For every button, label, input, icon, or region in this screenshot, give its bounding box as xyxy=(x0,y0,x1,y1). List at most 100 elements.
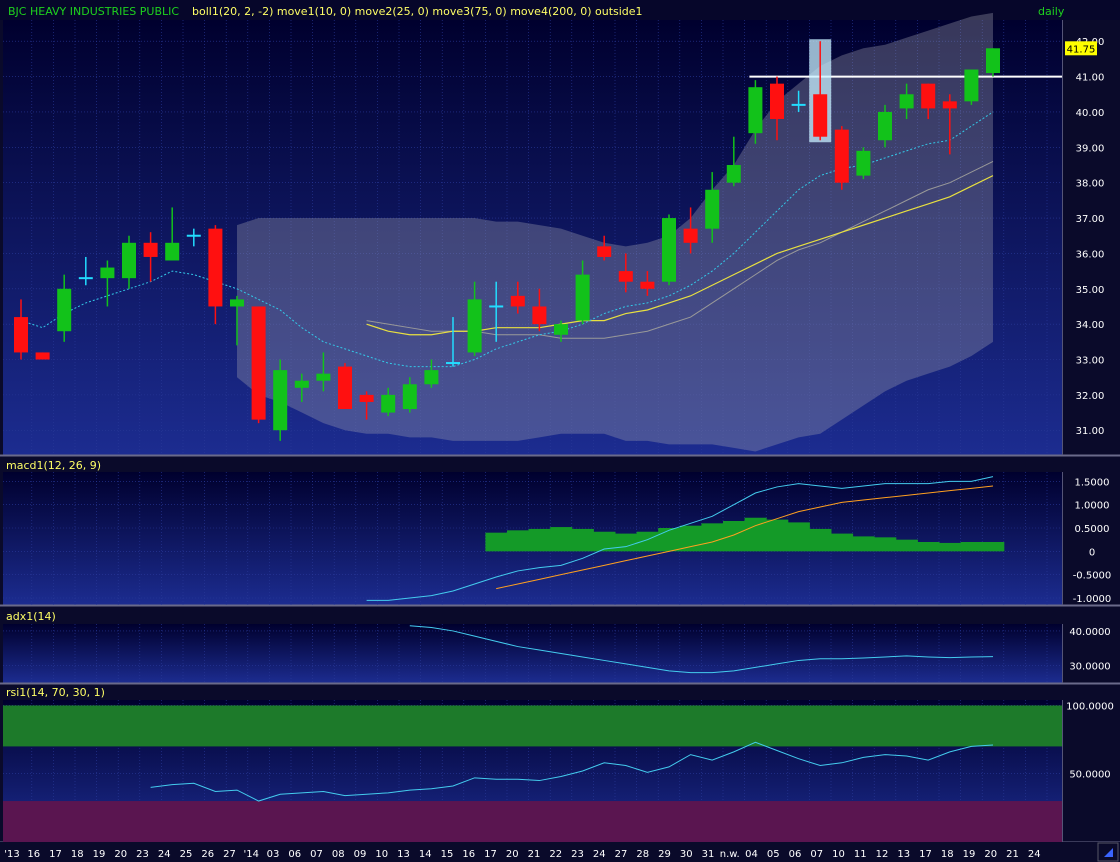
time-tick-label: 12 xyxy=(876,849,889,860)
candle-body xyxy=(208,228,223,307)
time-tick-label: 20 xyxy=(506,849,519,860)
candle-body xyxy=(165,242,180,261)
macd-histogram-bar xyxy=(852,536,875,552)
candle-body xyxy=(100,267,115,279)
time-tick-label: 24 xyxy=(1028,849,1041,860)
candle-body xyxy=(618,271,633,282)
time-tick-label: n.w. xyxy=(720,849,740,860)
time-tick-label: 24 xyxy=(593,849,606,860)
macd-histogram-bar xyxy=(982,542,1005,552)
candle-body xyxy=(467,299,482,353)
candle-body xyxy=(532,306,547,325)
candle-body xyxy=(424,370,439,385)
candle-body xyxy=(834,129,849,183)
time-tick-label: 18 xyxy=(941,849,954,860)
macd-histogram-bar xyxy=(658,528,681,552)
time-tick-label: 20 xyxy=(114,849,127,860)
macd-tick-label: 1.5000 xyxy=(1075,477,1110,488)
adx-tick-label: 30.0000 xyxy=(1069,662,1110,673)
macd-axis-bg xyxy=(1062,472,1120,605)
price-tick-label: 36.00 xyxy=(1076,249,1105,260)
macd-histogram-bar xyxy=(701,523,724,552)
macd-histogram-bar xyxy=(939,542,962,552)
time-tick-label: 06 xyxy=(288,849,301,860)
macd-histogram-bar xyxy=(831,533,854,552)
time-tick-label: 13 xyxy=(897,849,910,860)
price-tick-label: 37.00 xyxy=(1076,214,1105,225)
time-tick-label: 23 xyxy=(571,849,584,860)
macd-tick-label: -1.0000 xyxy=(1073,594,1112,605)
time-tick-label: 18 xyxy=(71,849,84,860)
candle-body xyxy=(316,373,331,381)
candle-body xyxy=(122,242,136,279)
candle-body xyxy=(813,94,828,137)
macd-panel-label: macd1(12, 26, 9) xyxy=(6,459,101,472)
macd-histogram-bar xyxy=(787,522,810,552)
time-tick-label: 29 xyxy=(658,849,671,860)
price-tick-label: 41.00 xyxy=(1076,73,1105,84)
candle-body xyxy=(964,69,979,102)
candle-body xyxy=(726,165,741,183)
time-tick-label: 26 xyxy=(201,849,214,860)
candle-body xyxy=(510,295,525,307)
macd-histogram-bar xyxy=(723,521,746,552)
candle-body xyxy=(986,48,1000,74)
time-tick-label: 20 xyxy=(984,849,997,860)
time-tick-label: 05 xyxy=(767,849,780,860)
time-tick-label: '13 xyxy=(4,849,19,860)
time-tick-label: 24 xyxy=(158,849,171,860)
macd-histogram-bar xyxy=(679,525,702,552)
candle-body xyxy=(273,370,288,431)
rsi-panel-label: rsi1(14, 70, 30, 1) xyxy=(6,686,105,699)
time-tick-label: 19 xyxy=(963,849,976,860)
scroll-button[interactable] xyxy=(1097,842,1119,862)
price-tick-label: 32.00 xyxy=(1076,391,1105,402)
macd-tick-label: -0.5000 xyxy=(1073,571,1112,582)
time-tick-label: 06 xyxy=(789,849,802,860)
time-tick-label: 25 xyxy=(180,849,193,860)
instrument-title: BJC HEAVY INDUSTRIES PUBLIC xyxy=(8,5,179,18)
candle-body xyxy=(683,228,698,243)
macd-histogram-bar xyxy=(550,527,573,552)
candle-body xyxy=(942,101,957,109)
rsi-overbought-zone xyxy=(3,705,1062,747)
candle-body xyxy=(35,352,50,360)
candle-body xyxy=(294,380,309,388)
macd-histogram-bar xyxy=(766,519,789,552)
price-tick-label: 31.00 xyxy=(1076,426,1105,437)
candle-body xyxy=(705,189,720,229)
macd-tick-label: 0.5000 xyxy=(1075,524,1110,535)
time-tick-label: 14 xyxy=(419,849,432,860)
time-tick-label: 10 xyxy=(375,849,388,860)
candle-body xyxy=(770,83,784,120)
time-tick-label: 30 xyxy=(680,849,693,860)
candle-body xyxy=(748,87,763,134)
time-tick-label: 19 xyxy=(93,849,106,860)
time-tick-label: 11 xyxy=(854,849,867,860)
time-tick-label: 28 xyxy=(636,849,649,860)
adx-panel-bg xyxy=(3,624,1062,683)
candle-body xyxy=(14,317,28,353)
price-axis-bg xyxy=(1062,20,1120,455)
macd-histogram-bar xyxy=(571,528,594,552)
macd-histogram-bar xyxy=(528,528,551,552)
candle-body xyxy=(251,306,266,420)
candle-body xyxy=(338,366,352,410)
time-tick-label: 16 xyxy=(462,849,475,860)
time-tick-label: 16 xyxy=(27,849,40,860)
price-tick-label: 40.00 xyxy=(1076,108,1105,119)
adx-panel-label: adx1(14) xyxy=(6,610,56,623)
candle-body xyxy=(230,299,244,307)
time-tick-label: 07 xyxy=(810,849,823,860)
time-tick-label: 21 xyxy=(1006,849,1019,860)
candle-body xyxy=(662,218,676,282)
time-tick-label: 31 xyxy=(702,849,715,860)
rsi-oversold-zone xyxy=(3,801,1062,842)
time-tick-label: 17 xyxy=(484,849,497,860)
price-tick-label: 38.00 xyxy=(1076,179,1105,190)
macd-histogram-bar xyxy=(960,542,983,552)
interval-label[interactable]: daily xyxy=(1038,5,1065,18)
time-tick-label: '14 xyxy=(244,849,259,860)
macd-histogram-bar xyxy=(917,542,940,552)
time-tick-label: 13 xyxy=(397,849,410,860)
